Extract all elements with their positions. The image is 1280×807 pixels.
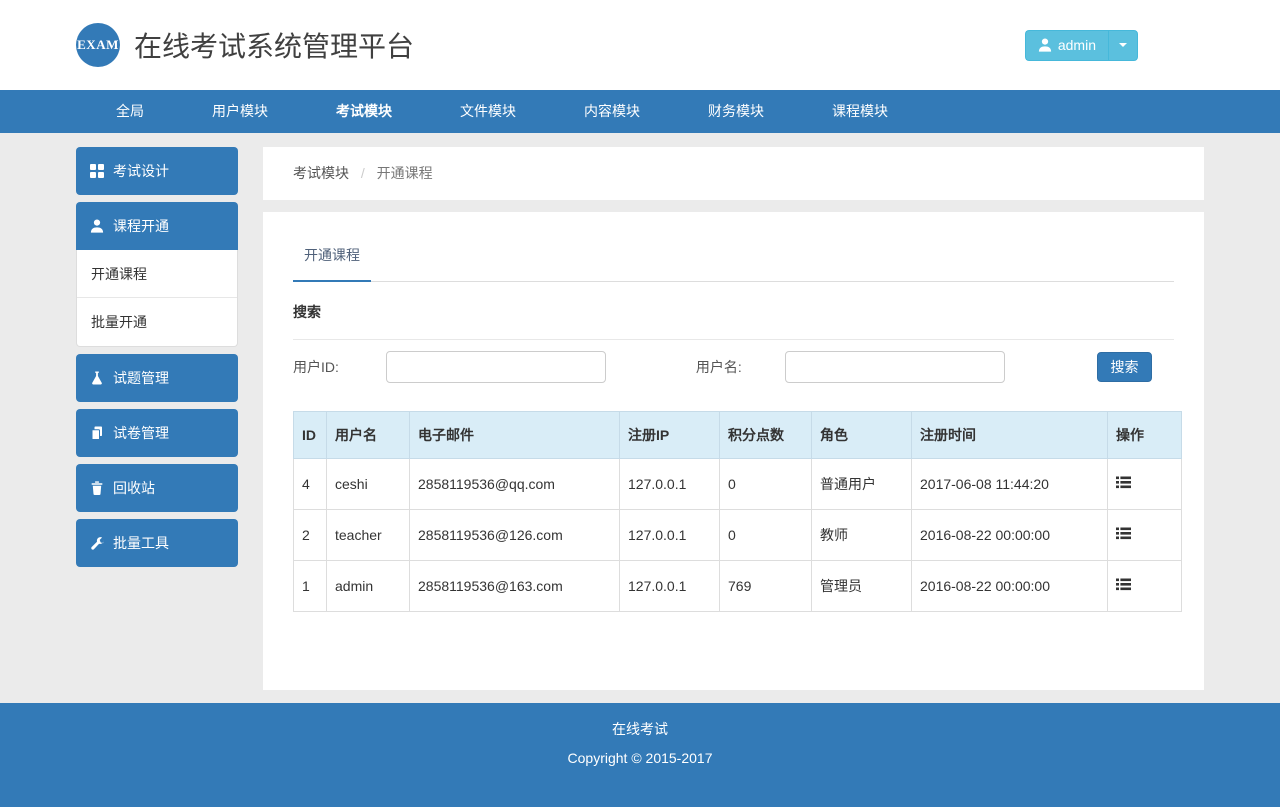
app-title: 在线考试系统管理平台 [134,25,414,65]
sidebar-subitem-batch-open[interactable]: 批量开通 [77,298,237,346]
cell-points: 769 [720,561,812,612]
cell-username: teacher [327,510,410,561]
cell-register-time: 2016-08-22 00:00:00 [912,510,1108,561]
cell-email: 2858119536@qq.com [410,459,620,510]
search-button[interactable]: 搜索 [1097,352,1152,382]
page-header: EXAM 在线考试系统管理平台 admin [0,0,1280,90]
user-menu-label: admin [1058,37,1096,53]
search-form: 用户ID: 用户名: 搜索 [293,351,1174,383]
sidebar-item-label: 考试设计 [113,161,169,181]
nav-item-user-module[interactable]: 用户模块 [178,90,302,133]
cell-register-ip: 127.0.0.1 [620,561,720,612]
sidebar-subitem-open-course[interactable]: 开通课程 [77,250,237,298]
tab-bar: 开通课程 [293,245,1174,282]
cell-role: 普通用户 [812,459,912,510]
cell-role: 管理员 [812,561,912,612]
col-role: 角色 [812,412,912,459]
table-row: 1 admin 2858119536@163.com 127.0.0.1 769… [294,561,1182,612]
col-username: 用户名 [327,412,410,459]
col-register-ip: 注册IP [620,412,720,459]
cell-points: 0 [720,510,812,561]
sidebar-item-label: 试题管理 [113,368,169,388]
user-menu-button[interactable]: admin [1025,30,1108,61]
table-row: 2 teacher 2858119536@126.com 127.0.0.1 0… [294,510,1182,561]
row-actions-icon[interactable] [1116,578,1131,591]
cell-register-ip: 127.0.0.1 [620,459,720,510]
cell-id: 4 [294,459,327,510]
table-row: 4 ceshi 2858119536@qq.com 127.0.0.1 0 普通… [294,459,1182,510]
nav-item-global[interactable]: 全局 [82,90,178,133]
sidebar-item-course-open[interactable]: 课程开通 [76,202,238,250]
breadcrumb: 考试模块 / 开通课程 [263,147,1204,200]
nav-item-content-module[interactable]: 内容模块 [550,90,674,133]
sidebar-item-label: 回收站 [113,478,155,498]
user-icon [1038,38,1052,52]
row-actions-icon[interactable] [1116,476,1131,489]
app-logo: EXAM [76,23,120,67]
caret-down-icon [1119,43,1127,47]
cell-role: 教师 [812,510,912,561]
user-menu-caret-button[interactable] [1108,30,1138,61]
main-navbar: 全局 用户模块 考试模块 文件模块 内容模块 财务模块 课程模块 [0,90,1280,133]
sidebar-group-course-open: 课程开通 开通课程 批量开通 [76,202,238,347]
cell-register-time: 2017-06-08 11:44:20 [912,459,1108,510]
sidebar-item-exam-design[interactable]: 考试设计 [76,147,238,195]
grid-icon [90,164,104,178]
breadcrumb-current: 开通课程 [377,165,433,181]
col-points: 积分点数 [720,412,812,459]
nav-item-course-module[interactable]: 课程模块 [798,90,922,133]
sidebar-item-question-management[interactable]: 试题管理 [76,354,238,402]
breadcrumb-section[interactable]: 考试模块 [293,165,349,181]
footer-copyright: Copyright © 2015-2017 [0,750,1280,766]
col-actions: 操作 [1108,412,1182,459]
table-header-row: ID 用户名 电子邮件 注册IP 积分点数 角色 注册时间 操作 [294,412,1182,459]
copy-icon [90,426,104,440]
col-email: 电子邮件 [410,412,620,459]
sidebar-item-paper-management[interactable]: 试卷管理 [76,409,238,457]
sidebar-item-label: 课程开通 [113,216,169,236]
sidebar-submenu: 开通课程 批量开通 [76,250,238,347]
trash-icon [90,481,104,495]
row-actions-icon[interactable] [1116,527,1131,540]
sidebar-item-label: 试卷管理 [113,423,169,443]
divider [293,339,1174,340]
sidebar: 考试设计 课程开通 开通课程 批量开通 试题管理 [76,147,238,574]
page-footer: 在线考试 Copyright © 2015-2017 [0,703,1280,807]
col-id: ID [294,412,327,459]
user-id-input[interactable] [386,351,606,383]
breadcrumb-separator: / [353,165,373,181]
footer-site-name: 在线考试 [0,719,1280,739]
user-id-label: 用户ID: [293,357,339,377]
tab-open-course[interactable]: 开通课程 [293,245,371,282]
cell-id: 1 [294,561,327,612]
cell-email: 2858119536@126.com [410,510,620,561]
sidebar-item-batch-tools[interactable]: 批量工具 [76,519,238,567]
cell-id: 2 [294,510,327,561]
user-icon [90,219,104,233]
col-register-time: 注册时间 [912,412,1108,459]
wrench-icon [90,536,104,550]
main-column: 考试模块 / 开通课程 开通课程 搜索 用户ID: 用户名: 搜索 [263,147,1204,690]
nav-item-exam-module[interactable]: 考试模块 [302,90,426,133]
app-logo-text: EXAM [77,37,119,53]
cell-register-time: 2016-08-22 00:00:00 [912,561,1108,612]
flask-icon [90,371,104,385]
username-label: 用户名: [696,357,742,377]
cell-points: 0 [720,459,812,510]
nav-item-finance-module[interactable]: 财务模块 [674,90,798,133]
sidebar-item-recycle-bin[interactable]: 回收站 [76,464,238,512]
nav-item-file-module[interactable]: 文件模块 [426,90,550,133]
cell-register-ip: 127.0.0.1 [620,510,720,561]
search-section-title: 搜索 [293,302,1174,322]
cell-username: ceshi [327,459,410,510]
sidebar-item-label: 批量工具 [113,533,169,553]
users-table: ID 用户名 电子邮件 注册IP 积分点数 角色 注册时间 操作 4 ceshi [293,411,1182,612]
cell-email: 2858119536@163.com [410,561,620,612]
username-input[interactable] [785,351,1005,383]
main-panel: 开通课程 搜索 用户ID: 用户名: 搜索 ID 用户名 [263,212,1204,690]
cell-username: admin [327,561,410,612]
user-menu: admin [1025,30,1138,61]
